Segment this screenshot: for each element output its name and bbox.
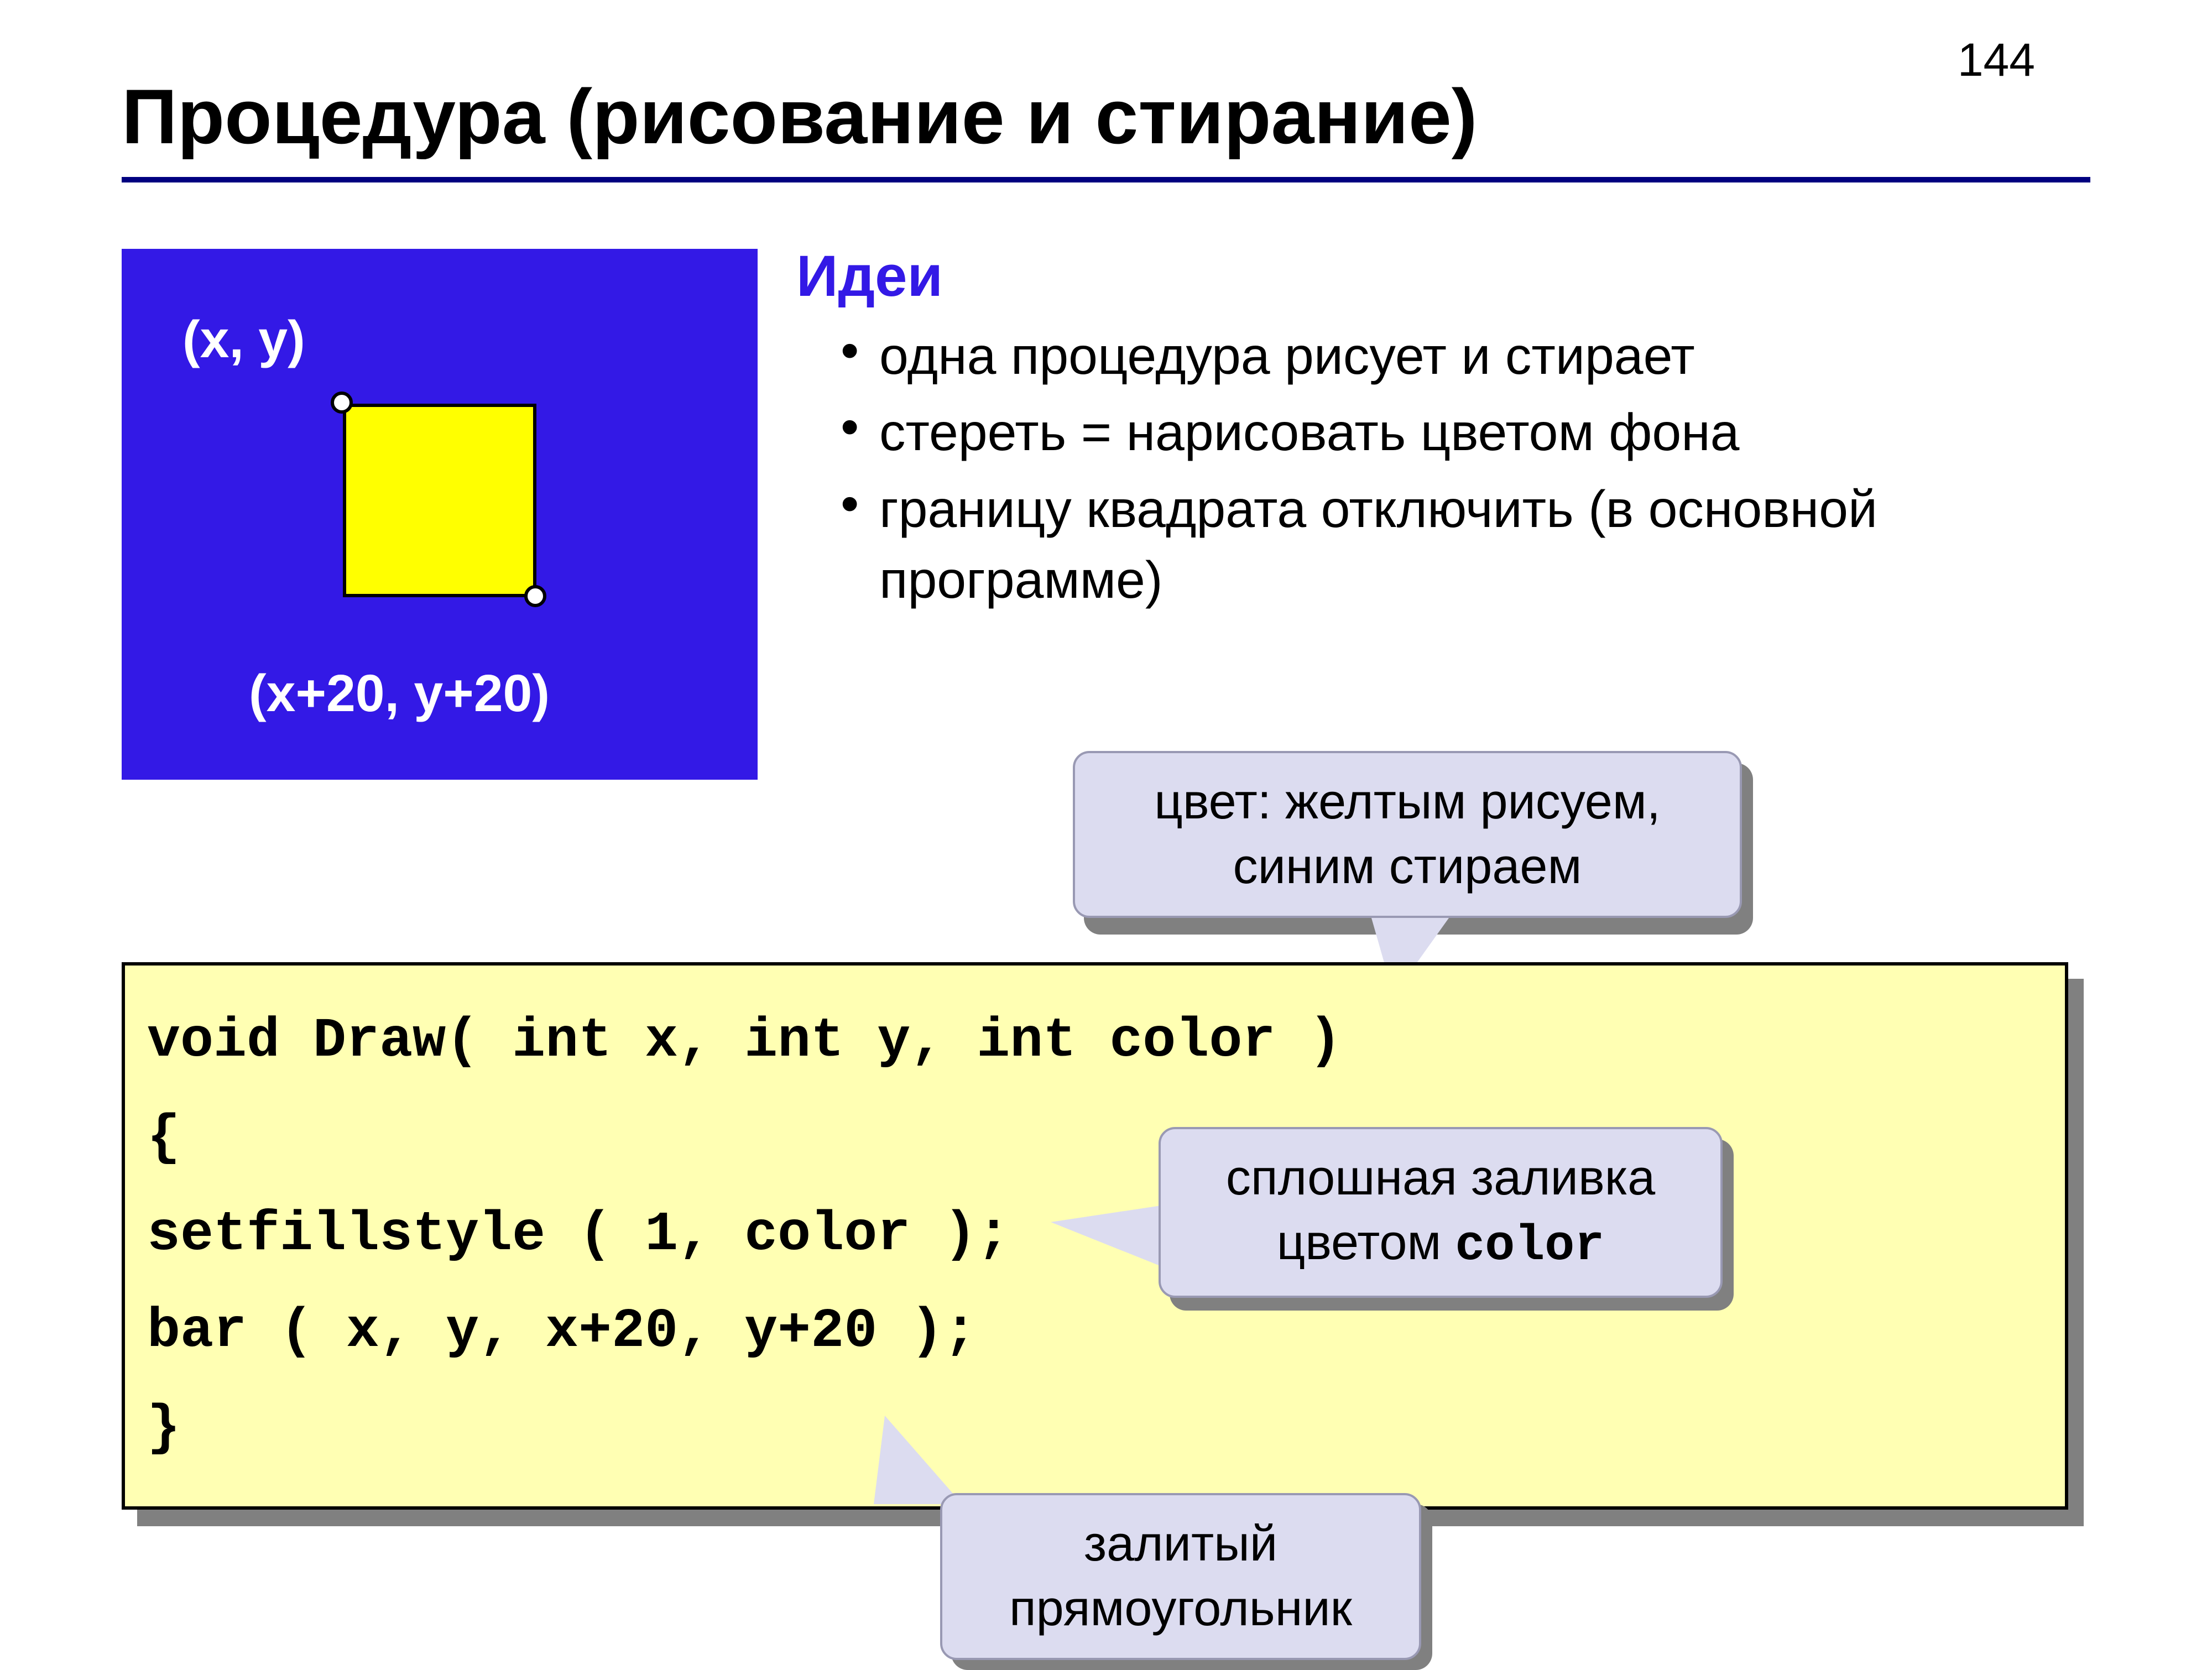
- point-marker-icon: [524, 585, 546, 607]
- coord-label-bottom: (x+20, y+20): [249, 664, 550, 724]
- title-underline: [122, 177, 2090, 182]
- page-number: 144: [1958, 33, 2035, 87]
- ideas-heading: Идеи: [796, 243, 943, 310]
- code-line: }: [147, 1380, 2043, 1477]
- list-item: границу квадрата отключить (в основной п…: [841, 474, 2101, 616]
- callout-fill: сплошная заливка цветом color: [1159, 1127, 1723, 1298]
- code-line: bar ( x, y, x+20, y+20 );: [147, 1283, 2043, 1380]
- list-item: стереть = нарисовать цветом фона: [841, 397, 2101, 468]
- ideas-list: одна процедура рисует и стирает стереть …: [841, 321, 2101, 621]
- slide-title: Процедура (рисование и стирание): [122, 72, 1477, 161]
- diagram-canvas: (x, y) (x+20, y+20): [122, 249, 758, 780]
- coord-label-top: (x, y): [182, 310, 305, 370]
- code-line: void Draw( int x, int y, int color ): [147, 993, 2043, 1090]
- slide: 144 Процедура (рисование и стирание) (x,…: [0, 0, 2212, 1659]
- code-line: {: [147, 1090, 2043, 1187]
- callout-color: цвет: желтым рисуем, синим стираем: [1073, 751, 1742, 918]
- callout-code: color: [1455, 1218, 1604, 1275]
- square-icon: [343, 404, 536, 597]
- point-marker-icon: [331, 392, 353, 414]
- callout-bar: залитый прямоугольник: [940, 1493, 1421, 1660]
- list-item: одна процедура рисует и стирает: [841, 321, 2101, 392]
